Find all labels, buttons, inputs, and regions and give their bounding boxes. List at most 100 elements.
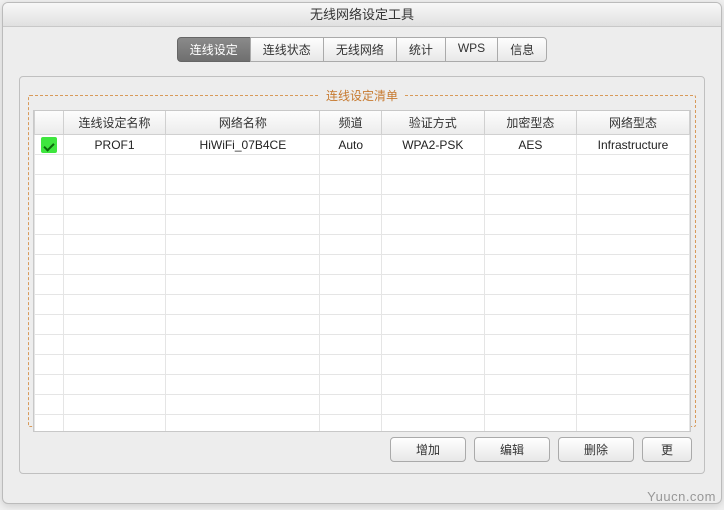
table-cell (63, 415, 166, 433)
table-cell: HiWiFi_07B4CE (166, 135, 320, 155)
table-cell (35, 395, 64, 415)
delete-button[interactable]: 删除 (558, 437, 634, 462)
table-cell (381, 235, 484, 255)
table-cell (35, 175, 64, 195)
table-row[interactable] (35, 295, 690, 315)
table-cell (166, 175, 320, 195)
table-cell (484, 235, 576, 255)
column-network-type[interactable]: 网络型态 (577, 111, 690, 135)
table-row[interactable] (35, 315, 690, 335)
table-cell (63, 255, 166, 275)
table-cell (320, 295, 382, 315)
tab-info[interactable]: 信息 (497, 37, 547, 62)
table-cell (63, 175, 166, 195)
tab-statistics[interactable]: 统计 (396, 37, 446, 62)
table-cell (577, 375, 690, 395)
profile-table-wrap: 连线设定名称 网络名称 频道 验证方式 加密型态 网络型态 PROF1HiWiF… (33, 110, 691, 432)
table-cell (381, 155, 484, 175)
column-ssid[interactable]: 网络名称 (166, 111, 320, 135)
table-cell (35, 295, 64, 315)
table-cell (166, 235, 320, 255)
table-cell (577, 355, 690, 375)
table-row[interactable] (35, 195, 690, 215)
table-cell (166, 255, 320, 275)
table-cell: AES (484, 135, 576, 155)
table-cell (63, 375, 166, 395)
column-encryption[interactable]: 加密型态 (484, 111, 576, 135)
table-cell (577, 235, 690, 255)
table-cell (484, 295, 576, 315)
table-cell (166, 415, 320, 433)
table-cell (381, 215, 484, 235)
table-header-row: 连线设定名称 网络名称 频道 验证方式 加密型态 网络型态 (35, 111, 690, 135)
profile-table: 连线设定名称 网络名称 频道 验证方式 加密型态 网络型态 PROF1HiWiF… (34, 111, 690, 432)
table-row[interactable] (35, 275, 690, 295)
table-cell (577, 195, 690, 215)
table-cell (577, 315, 690, 335)
table-cell (381, 355, 484, 375)
table-row[interactable] (35, 235, 690, 255)
table-cell (484, 175, 576, 195)
table-row[interactable] (35, 175, 690, 195)
table-row[interactable] (35, 375, 690, 395)
window-title: 无线网络设定工具 (310, 7, 414, 22)
tab-wps[interactable]: WPS (445, 37, 498, 62)
table-cell (484, 215, 576, 235)
add-button[interactable]: 增加 (390, 437, 466, 462)
table-cell (166, 155, 320, 175)
table-cell (320, 235, 382, 255)
table-cell (320, 155, 382, 175)
table-cell (577, 175, 690, 195)
table-cell (166, 275, 320, 295)
table-row[interactable] (35, 255, 690, 275)
table-cell (484, 155, 576, 175)
profile-fieldset: 连线设定清单 连线设定名称 网络名称 频道 验证方式 加密型态 网络型态 (28, 87, 696, 427)
more-button[interactable]: 更 (642, 437, 692, 462)
tab-connection-status[interactable]: 连线状态 (250, 37, 324, 62)
table-cell: WPA2-PSK (381, 135, 484, 155)
column-channel[interactable]: 频道 (320, 111, 382, 135)
table-row[interactable]: PROF1HiWiFi_07B4CEAutoWPA2-PSKAESInfrast… (35, 135, 690, 155)
table-cell (484, 355, 576, 375)
table-cell (381, 335, 484, 355)
table-cell (35, 195, 64, 215)
table-cell (35, 255, 64, 275)
table-cell (63, 215, 166, 235)
table-cell (166, 215, 320, 235)
table-cell: PROF1 (63, 135, 166, 155)
table-cell (166, 375, 320, 395)
table-row[interactable] (35, 415, 690, 433)
table-cell (63, 395, 166, 415)
table-cell (484, 395, 576, 415)
table-cell (166, 395, 320, 415)
table-cell (484, 195, 576, 215)
table-cell (577, 275, 690, 295)
table-cell (166, 335, 320, 355)
column-active[interactable] (35, 111, 64, 135)
table-cell (381, 175, 484, 195)
table-row[interactable] (35, 355, 690, 375)
table-cell (320, 395, 382, 415)
table-cell (577, 215, 690, 235)
table-cell (577, 295, 690, 315)
table-row[interactable] (35, 335, 690, 355)
table-cell (381, 315, 484, 335)
table-cell (577, 415, 690, 433)
table-cell (320, 195, 382, 215)
edit-button[interactable]: 编辑 (474, 437, 550, 462)
table-cell (35, 215, 64, 235)
tab-wireless-networks[interactable]: 无线网络 (323, 37, 397, 62)
column-profile-name[interactable]: 连线设定名称 (63, 111, 166, 135)
table-cell (381, 375, 484, 395)
table-cell (381, 415, 484, 433)
table-row[interactable] (35, 395, 690, 415)
column-auth[interactable]: 验证方式 (381, 111, 484, 135)
profile-legend: 连线设定清单 (320, 87, 404, 104)
table-cell (381, 395, 484, 415)
table-row[interactable] (35, 215, 690, 235)
table-cell (63, 235, 166, 255)
tab-connection-settings[interactable]: 连线设定 (177, 37, 251, 62)
table-cell (320, 315, 382, 335)
table-row[interactable] (35, 155, 690, 175)
table-cell (166, 315, 320, 335)
